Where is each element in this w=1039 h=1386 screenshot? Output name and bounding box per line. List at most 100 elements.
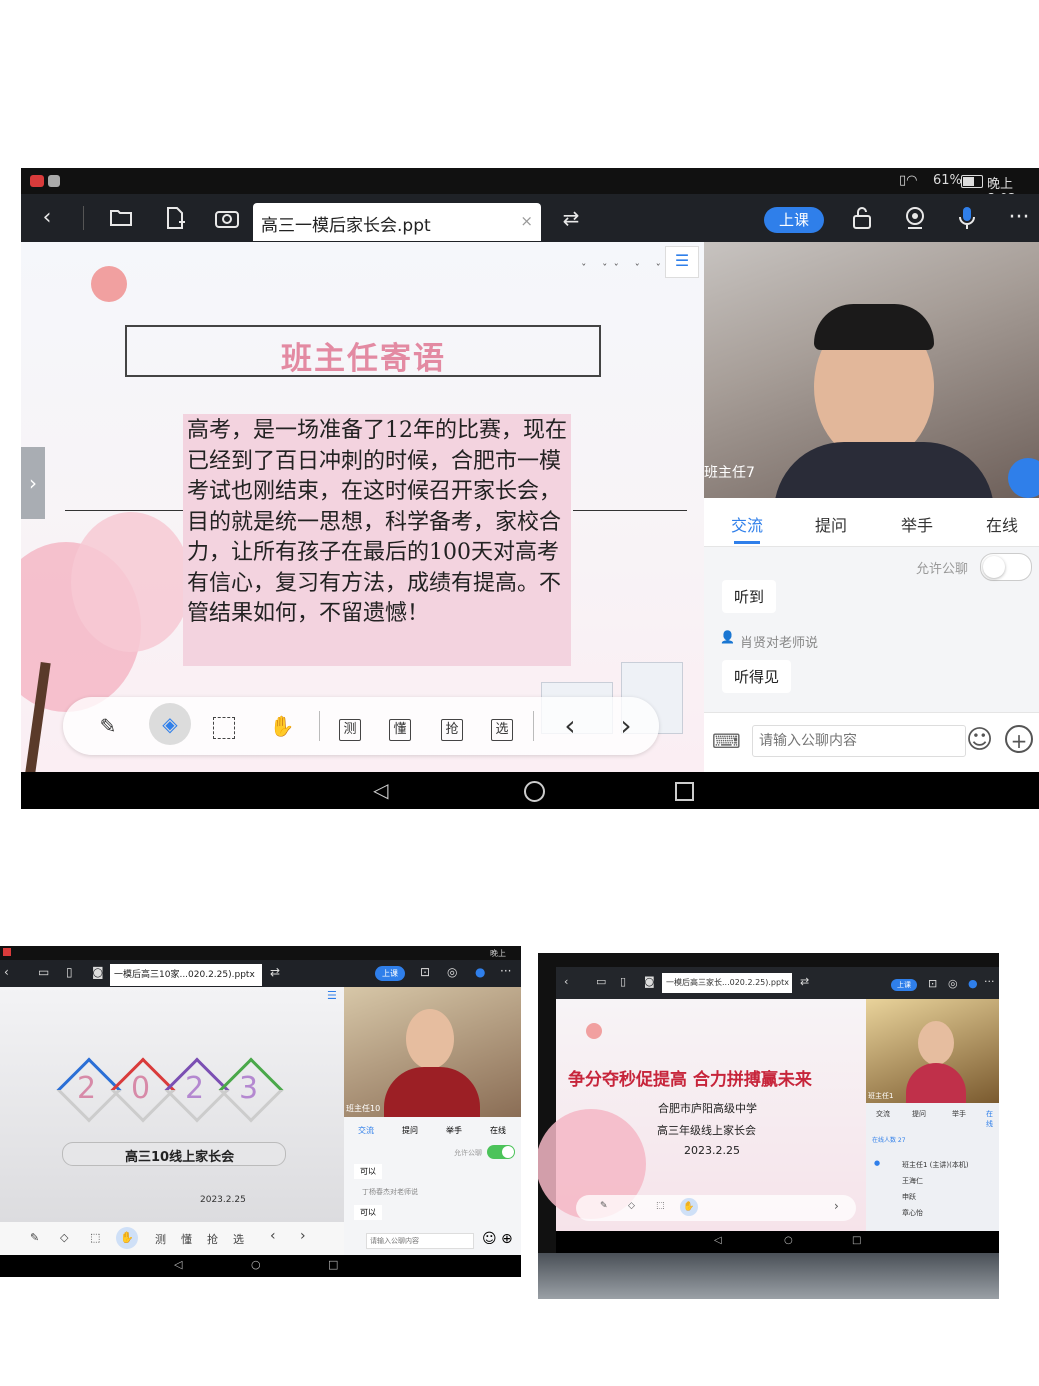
tab-question[interactable]: 提问 [815,512,847,536]
document-tab[interactable]: 一模后高三10家...020.2.25).pptx [110,964,262,986]
camera-icon[interactable]: ◙ [92,965,104,979]
add-file-icon[interactable] [157,194,193,248]
understand-icon[interactable]: 懂 [181,1231,192,1247]
start-class-button[interactable]: 上课 [375,966,405,981]
folder-open-icon[interactable] [104,194,140,246]
nav-back-icon[interactable]: ◁ [714,1235,722,1246]
webcam-icon[interactable]: ◎ [948,977,958,990]
next-page-icon[interactable]: › [300,1228,306,1244]
menu-list-icon[interactable]: ☰ [665,246,699,278]
pen-icon[interactable]: ✎ [91,709,125,743]
tab-raise-hand[interactable]: 举手 [952,1109,966,1119]
tab-raise-hand[interactable]: 举手 [446,1125,462,1136]
prev-page-icon[interactable]: ‹ [270,1228,276,1244]
back-icon[interactable]: ‹ [4,965,9,979]
add-file-icon[interactable]: ▯ [620,975,626,988]
document-tab[interactable]: 一模后高三家长...020.2.25).pptx [662,973,792,993]
nav-recents-icon[interactable]: □ [328,1258,338,1271]
chat-input[interactable] [366,1233,474,1249]
eraser-icon[interactable]: ◇ [628,1201,635,1211]
microphone-icon[interactable] [949,194,985,248]
select-area-icon[interactable]: ⬚ [656,1201,665,1211]
add-icon[interactable]: + [1005,725,1033,753]
webcam-icon[interactable]: ◎ [447,965,457,979]
camera-icon[interactable]: ◙ [644,975,655,988]
back-icon[interactable]: ‹ [564,975,568,988]
chat-message: 可以 [354,1205,382,1220]
hand-icon[interactable]: ✋ [680,1198,698,1216]
nav-home-icon[interactable] [524,781,545,802]
tab-question[interactable]: 提问 [402,1125,418,1136]
keyboard-icon[interactable]: ⌨ [712,729,741,753]
next-page-icon[interactable]: › [609,709,643,743]
choose-icon[interactable]: 选 [233,1231,244,1247]
online-count: 在线人数 27 [872,1137,906,1144]
more-icon[interactable]: ··· [500,964,511,978]
choose-icon[interactable]: 选 [485,709,519,743]
tab-chat[interactable]: 交流 [876,1109,890,1119]
online-member: 班主任1 (主讲)(本机) [902,1161,969,1169]
emoji-icon[interactable]: ☺ [966,725,993,755]
emoji-icon[interactable]: ☺ [482,1231,497,1247]
race-answer-icon[interactable]: 抢 [207,1231,218,1247]
folder-open-icon[interactable]: ▭ [38,965,49,979]
quiz-icon[interactable]: 测 [155,1231,166,1247]
drawing-toolbar: ✎ ◇ ⬚ ✋ 测 懂 抢 选 ‹ › [0,1222,344,1255]
prev-page-icon[interactable]: ‹ [553,709,587,743]
tab-question[interactable]: 提问 [912,1109,926,1119]
pen-icon[interactable]: ✎ [600,1201,608,1211]
float-assistant-icon[interactable] [1008,458,1039,498]
document-tab[interactable]: 高三一模后家长会.ppt × [253,203,541,241]
nav-recents-icon[interactable]: □ [852,1235,861,1246]
top-toolbar: ‹ ▭ ▯ ◙ 一模后高三10家...020.2.25).pptx ⇄ 上课 ⊡… [0,960,521,987]
tab-online[interactable]: 在线 [986,512,1018,536]
tab-chat[interactable]: 交流 [731,512,763,536]
allow-chat-toggle[interactable] [980,553,1032,581]
unlock-icon[interactable]: ⊡ [928,977,937,990]
nav-back-icon[interactable]: ◁ [373,778,388,802]
race-answer-icon[interactable]: 抢 [435,709,469,743]
tab-raise-hand[interactable]: 举手 [901,512,933,536]
allow-chat-toggle[interactable] [487,1145,515,1159]
understand-icon[interactable]: 懂 [383,709,417,743]
more-icon[interactable]: ··· [1001,194,1037,242]
webcam-icon[interactable] [897,194,933,248]
next-page-icon[interactable]: › [834,1199,839,1213]
start-class-button[interactable]: 上课 [764,207,824,233]
nav-back-icon[interactable]: ◁ [174,1258,182,1271]
switch-icon[interactable]: ⇄ [800,975,809,988]
menu-list-icon[interactable]: ☰ [327,989,337,1002]
eraser-icon[interactable]: ◈ [149,703,191,745]
unlock-icon[interactable]: ⊡ [420,965,430,979]
nav-home-icon[interactable]: ○ [784,1235,793,1246]
tab-online[interactable]: 在线 [490,1125,506,1136]
nav-recents-icon[interactable] [675,782,694,801]
microphone-icon[interactable]: ● [968,977,978,990]
more-icon[interactable]: ··· [984,975,995,988]
gallery-icon [48,175,60,187]
back-icon[interactable]: ‹ [29,194,65,242]
add-icon[interactable]: ⊕ [501,1231,513,1247]
hand-icon[interactable]: ✋ [265,709,299,743]
folder-open-icon[interactable]: ▭ [596,975,606,988]
select-area-icon[interactable]: ⬚ [90,1231,100,1244]
start-class-button[interactable]: 上课 [891,979,917,991]
select-area-icon[interactable] [207,709,241,743]
add-file-icon[interactable]: ▯ [66,965,73,979]
microphone-icon[interactable]: ● [475,965,485,979]
slide-prev-handle[interactable]: › [21,447,45,519]
quiz-icon[interactable]: 测 [333,709,367,743]
tab-online[interactable]: 在线 [986,1109,999,1129]
chat-input[interactable] [752,725,966,757]
birds-decoration: ˇ ˇˇ ˇ ˇ [581,262,667,275]
unlock-icon[interactable] [844,194,880,248]
camera-icon[interactable] [209,194,245,246]
pen-icon[interactable]: ✎ [30,1231,39,1244]
switch-icon[interactable]: ⇄ [270,965,280,979]
tab-chat[interactable]: 交流 [358,1125,374,1136]
switch-icon[interactable]: ⇄ [553,194,589,242]
close-tab-icon[interactable]: × [520,212,533,230]
nav-home-icon[interactable]: ○ [251,1258,261,1271]
hand-icon[interactable]: ✋ [116,1227,138,1249]
eraser-icon[interactable]: ◇ [60,1231,68,1244]
